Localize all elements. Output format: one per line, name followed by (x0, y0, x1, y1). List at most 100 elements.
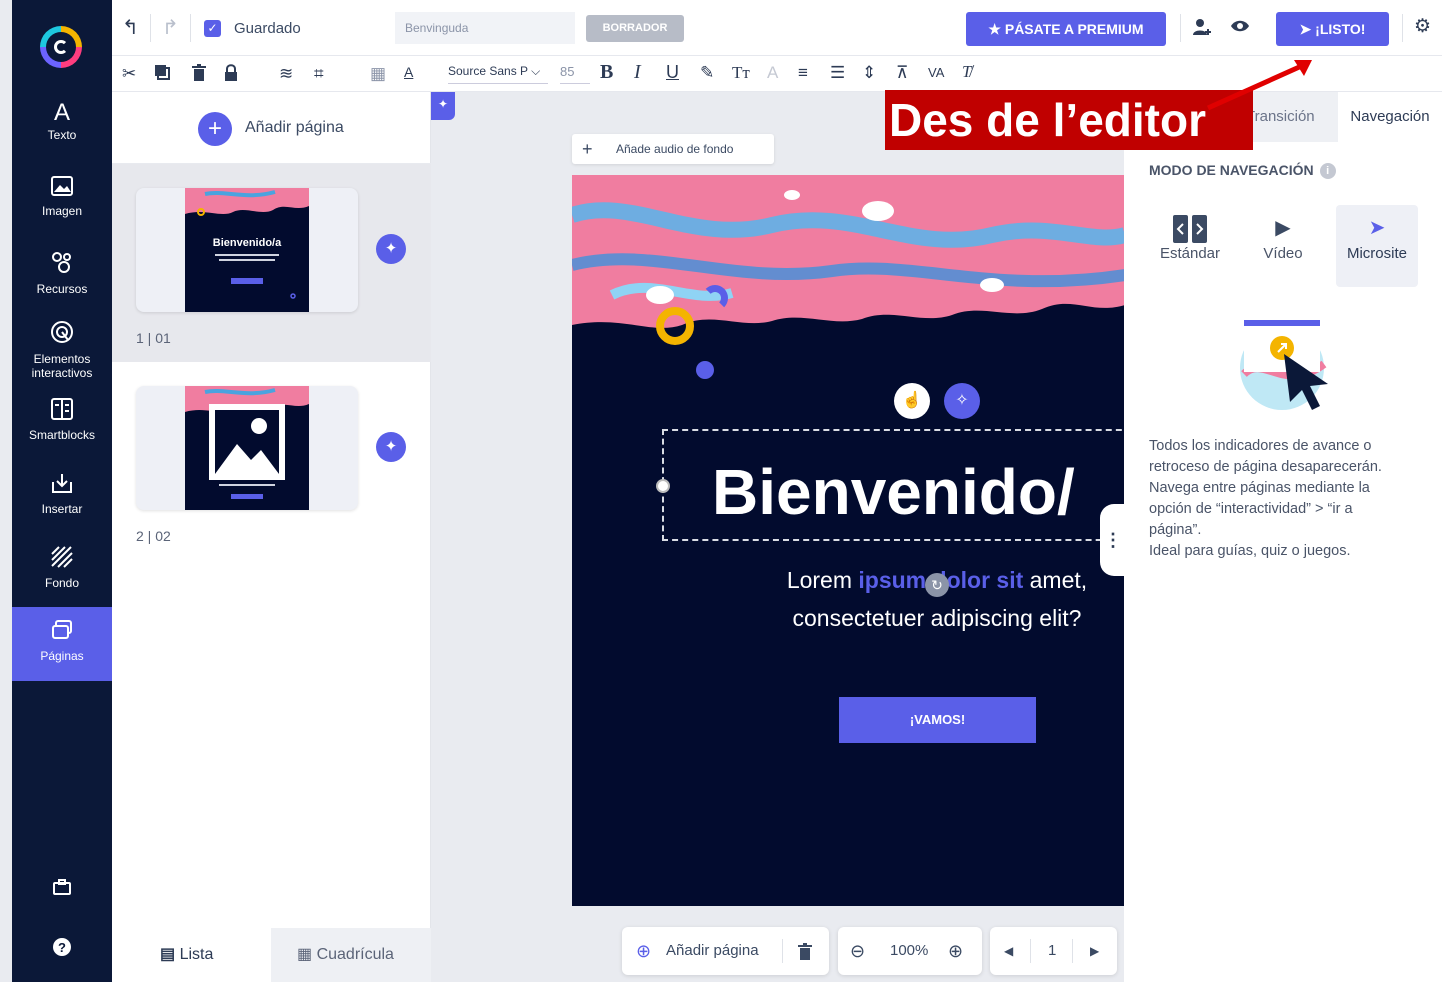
font-size-input[interactable]: 85 (560, 64, 590, 84)
cut-icon[interactable]: ✂ (122, 64, 136, 84)
page-number: 2 | 02 (136, 528, 171, 544)
undo-icon[interactable]: ↰ (122, 18, 139, 38)
add-circle-icon[interactable]: ⊕ (636, 927, 651, 975)
settings-gear-icon[interactable]: ⚙ (1414, 17, 1431, 37)
mode-video[interactable]: ▶ Vídeo (1242, 205, 1324, 287)
page-number: 1 | 01 (136, 330, 171, 346)
annotation-label: Des de l’editor (885, 90, 1253, 150)
bottom-add-page-label[interactable]: Añadir página (666, 927, 759, 975)
text-icon: A (53, 99, 70, 126)
add-audio-button[interactable]: + Añade audio de fondo (572, 134, 774, 164)
tab-grid-view[interactable]: ▦ Cuadrícula (271, 928, 431, 982)
tab-list-view[interactable]: ▤ Lista (112, 928, 271, 982)
sidebar-item-texto[interactable]: A Texto (12, 100, 112, 166)
prev-page-icon[interactable]: ◀ (1004, 927, 1013, 975)
description-line: retroceso de página desaparecerán. (1149, 459, 1382, 475)
description-line: Navega entre páginas mediante la (1149, 480, 1370, 496)
zoom-out-icon[interactable]: ⊖ (850, 927, 865, 975)
list-icon[interactable]: ☰ (830, 63, 845, 83)
slide-subtitle[interactable]: Lorem ipsum dolor sit amet, consectetuer… (572, 561, 1125, 637)
add-collaborator-icon[interactable] (1192, 17, 1212, 42)
draft-badge[interactable]: BORRADOR (586, 15, 684, 42)
blue-dot-decoration (696, 361, 714, 379)
arc-decoration (702, 285, 728, 311)
delete-icon[interactable] (192, 64, 206, 86)
page-item-2[interactable]: ✦ 2 | 02 (112, 362, 431, 560)
info-icon[interactable]: i (1319, 163, 1336, 179)
transparency-icon[interactable]: ▦ (370, 64, 386, 84)
sidebar-item-fondo[interactable]: Fondo (12, 546, 112, 612)
lock-icon[interactable] (224, 64, 238, 86)
properties-panel: Transición Navegación MODO DE NAVEGACIÓN… (1124, 92, 1442, 982)
magic-wand-button[interactable]: ✦ (376, 432, 406, 462)
view-toggle: ▤ Lista ▦ Cuadrícula (112, 928, 431, 982)
smartblocks-icon (12, 398, 112, 426)
sidebar-item-imagen[interactable]: Imagen (12, 176, 112, 242)
mode-standard[interactable]: Estándar (1149, 205, 1231, 287)
animation-button[interactable]: ✧ (944, 383, 980, 419)
zoom-in-icon[interactable]: ⊕ (948, 927, 963, 975)
help-button[interactable]: ? (12, 936, 112, 966)
page-thumbnail[interactable] (136, 386, 358, 510)
text-color-icon[interactable]: A (404, 62, 413, 82)
slide-title[interactable]: Bienvenido/ (712, 455, 1075, 529)
highlight-icon[interactable]: ✎ (700, 63, 714, 83)
text-size-icon[interactable]: Tт (732, 63, 750, 83)
add-page-button[interactable]: + Añadir página (112, 92, 431, 164)
font-family-value: Source Sans P (448, 64, 528, 78)
underline-icon[interactable]: U (666, 62, 679, 82)
premium-button[interactable]: ★ PÁSATE A PREMIUM (966, 12, 1166, 46)
pin-icon[interactable]: ✦ (431, 92, 455, 120)
sidebar-item-elementos-interactivos[interactable]: Elementos interactivos (12, 320, 112, 386)
zoom-level: 100% (890, 942, 929, 959)
current-page[interactable]: 1 (1048, 927, 1056, 975)
text-shadow-icon[interactable]: A (767, 63, 778, 83)
italic-icon[interactable]: I (634, 62, 641, 82)
help-briefcase-button[interactable] (12, 876, 112, 906)
title-input[interactable] (395, 12, 575, 44)
align-icon[interactable]: ≡ (798, 63, 808, 83)
background-icon (12, 546, 112, 574)
magic-wand-button[interactable]: ✦ (376, 234, 406, 264)
crop-icon[interactable]: ⌗ (314, 64, 324, 84)
zoom-controls: ⊖ 100% ⊕ (838, 927, 982, 975)
vertical-align-icon[interactable]: ⊼ (896, 63, 908, 83)
resize-handle[interactable] (656, 479, 670, 493)
bold-icon[interactable]: B (600, 62, 613, 82)
cursor-icon: ➤ (1368, 217, 1386, 239)
clear-format-icon[interactable]: T̸ (962, 62, 971, 82)
ready-label: ¡LISTO! (1315, 21, 1366, 37)
tab-navigation[interactable]: Navegación (1338, 92, 1442, 142)
divider (1180, 14, 1181, 42)
yellow-ring-decoration (656, 307, 694, 345)
divider (190, 14, 191, 42)
sidebar-item-recursos[interactable]: Recursos (12, 250, 112, 316)
next-page-icon[interactable]: ▶ (1090, 927, 1099, 975)
divider (1030, 939, 1031, 963)
ready-button[interactable]: ➤ ¡LISTO! (1276, 12, 1389, 46)
mode-microsite[interactable]: ➤ Microsite (1336, 205, 1418, 287)
duplicate-icon[interactable] (154, 64, 170, 85)
font-family-select[interactable]: Source Sans P ⌵ (448, 64, 548, 84)
redo-icon[interactable]: ↱ (162, 18, 179, 38)
preview-eye-icon[interactable] (1230, 18, 1250, 39)
interactivity-button[interactable]: ☝ (894, 383, 930, 419)
slide-canvas[interactable]: ☝ ✧ Bienvenido/ Lorem ipsum dolor sit am… (572, 175, 1125, 906)
bottom-delete-icon[interactable] (798, 927, 812, 975)
rotate-handle-icon[interactable]: ↻ (925, 573, 949, 597)
cta-button[interactable]: ¡VAMOS! (839, 697, 1036, 743)
sidebar-item-paginas[interactable]: Páginas (12, 607, 112, 681)
letter-spacing-icon[interactable]: VA (928, 63, 944, 83)
genially-logo[interactable] (40, 26, 82, 68)
list-view-icon: ▤ (160, 946, 176, 963)
layers-icon[interactable]: ≋ (279, 64, 293, 84)
plus-icon: + (198, 112, 232, 146)
page-thumbnail[interactable]: Bienvenido/a (136, 188, 358, 312)
sidebar-item-insertar[interactable]: Insertar (12, 472, 112, 538)
page-item-1[interactable]: Bienvenido/a ✦ 1 | 01 (112, 164, 431, 362)
more-options-icon[interactable]: ⋮ (1100, 504, 1126, 576)
microsite-illustration (1234, 314, 1334, 410)
line-height-icon[interactable]: ⇕ (862, 63, 876, 83)
insert-icon (12, 472, 112, 500)
sidebar-item-smartblocks[interactable]: Smartblocks (12, 398, 112, 464)
